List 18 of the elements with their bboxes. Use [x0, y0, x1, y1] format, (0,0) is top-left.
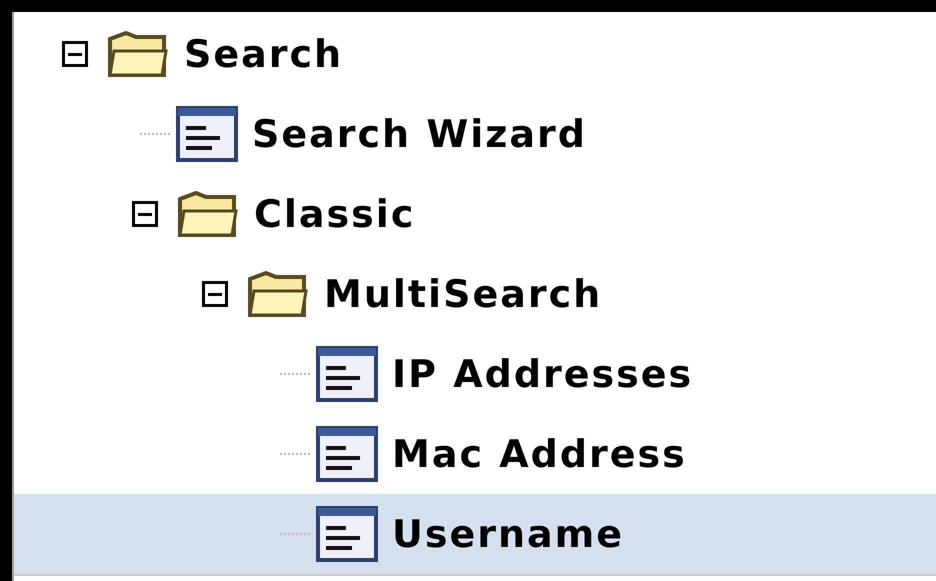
tree-item-label: Search Wizard — [252, 110, 587, 158]
tree-item-label: MultiSearch — [324, 270, 602, 318]
document-icon — [316, 346, 378, 402]
folder-icon — [106, 29, 170, 79]
document-icon — [176, 106, 238, 162]
folder-icon — [176, 189, 240, 239]
collapse-toggle[interactable] — [132, 201, 158, 227]
tree-item-label: Search — [184, 30, 344, 78]
tree-item-label: Mac Address — [392, 430, 687, 478]
collapse-toggle[interactable] — [202, 281, 228, 307]
collapse-toggle[interactable] — [62, 41, 88, 67]
tree-item[interactable]: Username — [14, 494, 936, 574]
document-icon — [316, 426, 378, 482]
folder-icon — [246, 269, 310, 319]
tree-item-label: Classic — [254, 190, 416, 238]
tree-item-label: Username — [392, 510, 624, 558]
tree-item-label: IP Addresses — [392, 350, 694, 398]
document-icon — [316, 506, 378, 562]
